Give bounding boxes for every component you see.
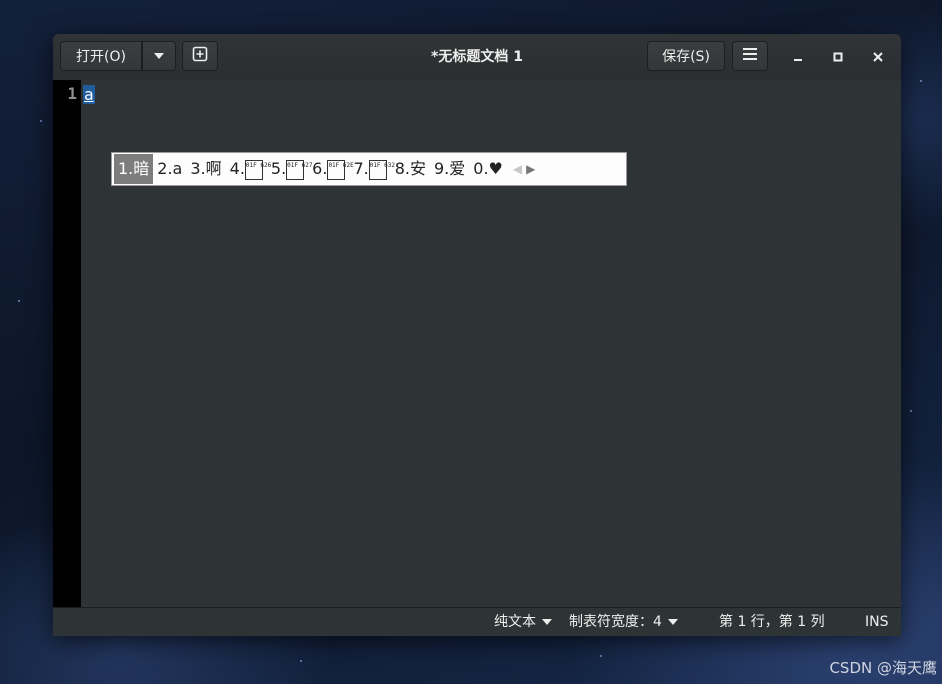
candidate-index: 5. [270,159,287,178]
desktop-star [40,120,42,122]
ime-candidate[interactable]: 2.a [153,154,186,184]
chevron-down-icon [667,619,678,625]
ime-candidate[interactable]: 1.暗 [114,154,154,184]
desktop-star [910,410,912,412]
close-button[interactable] [865,44,891,70]
hamburger-menu-icon [742,47,758,65]
cursor-position-label: 第 1 行，第 1 列 [719,614,825,630]
candidate-text: a [172,159,183,178]
insert-mode-label: INS [865,614,889,630]
desktop-star [18,300,20,302]
candidate-index: 8. [394,159,410,178]
tab-width-selector[interactable]: 制表符宽度：4 [569,608,678,636]
maximize-button[interactable] [825,44,851,70]
missing-glyph-box: 01F 632 [368,159,395,180]
ime-candidate[interactable]: 9.爱 [430,154,469,184]
watermark: CSDN @海天鹰 [829,659,937,677]
language-selector[interactable]: 纯文本 [494,608,552,636]
open-button[interactable]: 打开(O) [60,41,142,71]
header-bar: 打开(O) *无标题文档 1 保存(S) [53,34,901,81]
candidate-text: 爱 [449,159,466,178]
insert-mode-indicator: INS [865,608,889,636]
status-bar: 纯文本 制表符宽度：4 第 1 行，第 1 列 INS [53,607,901,636]
save-button-label: 保存(S) [662,49,710,65]
candidate-text: 安 [409,159,426,178]
missing-glyph-box: 01F 626 [244,159,271,180]
chevron-down-icon [542,619,552,625]
next-page-icon[interactable]: ▶ [526,162,535,176]
minimize-icon [793,48,803,66]
minimize-button[interactable] [785,44,811,70]
desktop-star [920,80,922,82]
chevron-down-icon [153,48,165,64]
text-editing-area[interactable]: a 1.暗 2.a 3.啊 4.01F 626 5.01F 627 6.01F … [81,80,901,607]
ime-candidate[interactable]: 4.01F 626 [226,154,271,184]
main-menu-button[interactable] [732,41,768,71]
candidate-index: 0. [473,159,489,178]
candidate-index: 2. [157,159,173,178]
candidate-index: 9. [433,159,450,178]
ime-candidate[interactable]: 8.安 [391,154,430,184]
text-line[interactable]: a [83,85,95,104]
missing-glyph-box: 01F 627 [286,159,312,180]
tab-width-label: 制表符宽度：4 [569,614,662,630]
ime-candidate[interactable]: 3.啊 [186,154,225,184]
missing-glyph-box: 01F 62E [327,159,354,180]
candidate-text: 暗 [133,159,150,178]
ime-candidate[interactable]: 0.♥ [469,154,507,184]
ime-candidate[interactable]: 7.01F 632 [349,154,395,184]
candidate-text: ♥ [488,159,503,178]
prev-page-icon[interactable]: ◀ [513,162,522,176]
maximize-icon [833,48,843,66]
ime-candidate-popup: 1.暗 2.a 3.啊 4.01F 626 5.01F 627 6.01F 62… [111,152,627,186]
open-recent-dropdown-button[interactable] [142,41,176,71]
line-number-gutter: 1 [53,80,81,607]
candidate-index: 1. [118,159,134,178]
ime-candidate[interactable]: 6.01F 62E [308,154,354,184]
new-document-button[interactable] [182,41,218,71]
candidate-index: 4. [229,159,245,178]
language-label: 纯文本 [494,614,536,630]
window-title: *无标题文档 1 [431,49,523,65]
close-icon [873,48,883,66]
ime-page-arrows: ◀ ▶ [513,162,535,176]
line-number: 1 [67,84,77,103]
preedit-text: a [83,85,95,104]
candidate-index: 3. [190,159,206,178]
candidate-text: 啊 [205,159,222,178]
desktop-star [300,660,302,662]
save-button[interactable]: 保存(S) [647,41,725,71]
open-button-label: 打开(O) [76,49,126,65]
ime-candidate[interactable]: 5.01F 627 [267,154,312,184]
candidate-index: 7. [353,159,369,178]
new-document-icon [192,46,208,66]
desktop-star [600,655,602,657]
text-editor-window: 打开(O) *无标题文档 1 保存(S) 1 a 1.暗 2.a 3.啊 4.0… [53,34,901,636]
candidate-index: 6. [312,159,328,178]
cursor-position[interactable]: 第 1 行，第 1 列 [719,608,825,636]
